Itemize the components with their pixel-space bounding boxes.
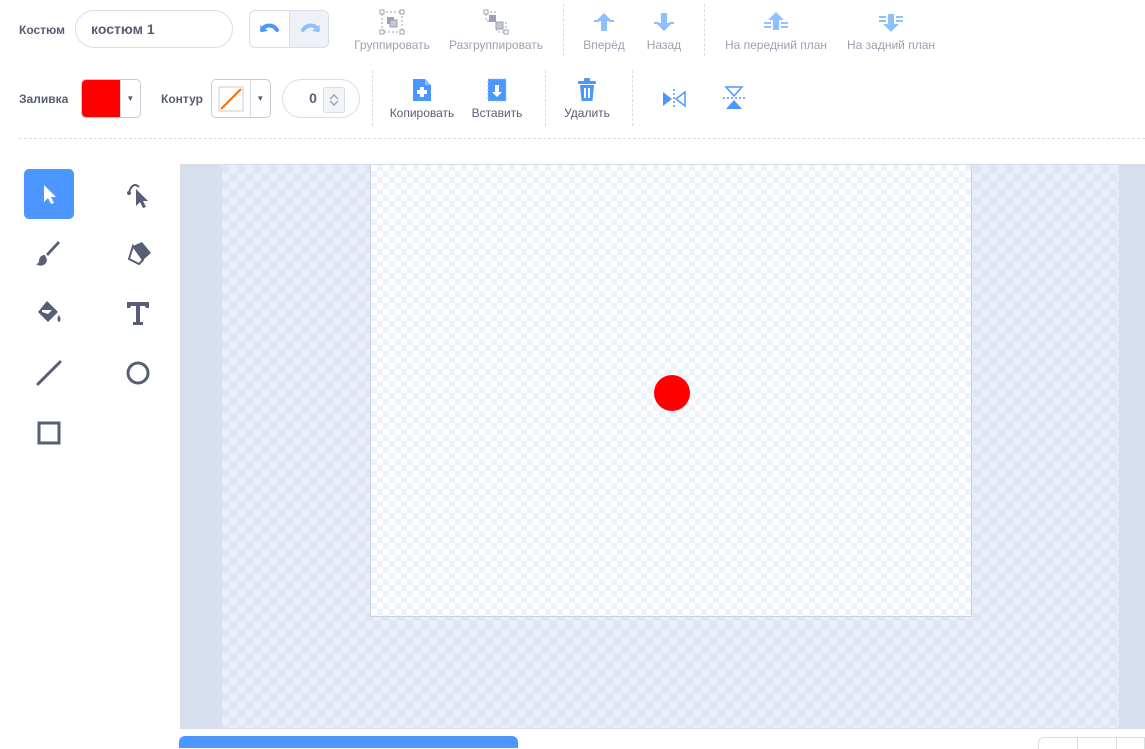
text-icon (127, 302, 149, 325)
reshape-tool[interactable] (113, 169, 163, 219)
outline-label: Контур (161, 92, 203, 106)
bring-to-front-label: На передний план (724, 38, 828, 52)
bring-to-front-button[interactable]: На передний план (718, 8, 834, 52)
group-button[interactable]: Группировать (348, 8, 436, 52)
text-tool[interactable] (113, 288, 163, 338)
circle-icon (126, 361, 150, 385)
copy-label: Копировать (389, 106, 455, 120)
red-circle-shape[interactable] (654, 375, 690, 411)
backward-icon (654, 13, 674, 31)
bitmap-convert-button[interactable] (179, 736, 518, 748)
brush-icon (36, 241, 60, 266)
canvas-right-gutter (1119, 165, 1145, 728)
costume-name-input[interactable] (75, 10, 233, 48)
outline-none-swatch (212, 80, 250, 117)
delete-button[interactable]: Удалить (558, 76, 616, 120)
eraser-tool[interactable] (113, 229, 163, 279)
no-color-icon (218, 86, 244, 111)
send-to-back-button[interactable]: На задний план (840, 8, 942, 52)
zoom-in-button[interactable] (1116, 737, 1145, 749)
fill-color-swatch (82, 80, 120, 117)
trash-icon (578, 78, 596, 101)
zoom-out-button[interactable] (1038, 737, 1078, 749)
outline-width-stepper[interactable] (323, 87, 345, 113)
fill-color-picker[interactable]: ▼ (81, 79, 141, 118)
chevron-up-icon[interactable] (329, 93, 339, 100)
select-tool[interactable] (24, 169, 74, 219)
zoom-reset-button[interactable] (1077, 737, 1117, 749)
redo-button[interactable] (290, 11, 328, 47)
group-label: Группировать (354, 38, 430, 52)
select-arrow-icon (44, 185, 56, 204)
outline-width-input[interactable]: 0 (282, 79, 360, 118)
flip-vertical-icon (723, 86, 745, 109)
canvas-left-gutter (181, 165, 222, 728)
flip-horizontal-icon (663, 89, 686, 109)
copy-icon (413, 79, 431, 101)
outline-color-picker[interactable]: ▼ (211, 79, 271, 118)
forward-icon (594, 13, 614, 31)
send-to-back-icon (879, 14, 903, 32)
fill-tool[interactable] (24, 288, 74, 338)
redo-icon (300, 23, 320, 32)
costume-label: Костюм (19, 23, 66, 37)
backward-label: Назад (646, 38, 682, 52)
paste-label: Вставить (471, 106, 523, 120)
line-icon (36, 360, 62, 386)
reshape-icon (127, 184, 148, 208)
paste-icon (487, 78, 507, 102)
chevron-down-icon[interactable] (329, 100, 339, 107)
flip-vertical-button[interactable] (719, 84, 749, 112)
send-to-back-label: На задний план (846, 38, 936, 52)
copy-button[interactable]: Копировать (385, 76, 459, 120)
undo-redo-group (249, 10, 329, 48)
backward-button[interactable]: Назад (638, 8, 690, 52)
ungroup-button[interactable]: Разгруппировать (443, 8, 549, 52)
forward-label: Вперёд (583, 38, 625, 52)
delete-label: Удалить (564, 106, 610, 120)
line-tool[interactable] (24, 348, 74, 398)
bring-to-front-icon (764, 12, 788, 30)
fill-bucket-icon (38, 301, 61, 322)
fill-label: Заливка (19, 92, 69, 106)
forward-button[interactable]: Вперёд (578, 8, 630, 52)
chevron-down-icon: ▼ (119, 80, 140, 117)
circle-tool[interactable] (113, 348, 163, 398)
ungroup-label: Разгруппировать (448, 38, 543, 52)
undo-button[interactable] (250, 11, 289, 47)
flip-horizontal-button[interactable] (659, 86, 689, 112)
brush-tool[interactable] (24, 229, 74, 279)
paint-canvas[interactable] (180, 164, 1145, 729)
group-icon (379, 9, 405, 35)
costume-stage[interactable] (370, 165, 972, 617)
ungroup-icon (483, 9, 509, 35)
chevron-down-icon: ▼ (249, 80, 270, 117)
paste-button[interactable]: Вставить (466, 76, 528, 120)
eraser-icon (127, 242, 151, 266)
undo-icon (259, 23, 279, 32)
rectangle-tool[interactable] (24, 408, 74, 458)
outline-width-value: 0 (309, 90, 317, 106)
rectangle-icon (37, 421, 61, 445)
